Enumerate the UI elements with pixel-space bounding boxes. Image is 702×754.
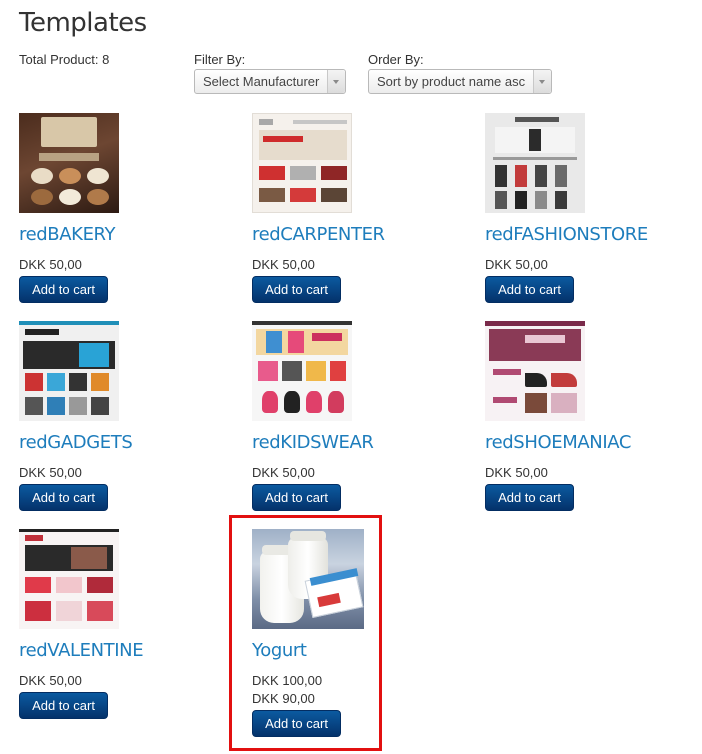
order-select[interactable]: Sort by product name asc [368, 69, 552, 94]
manufacturer-select[interactable]: Select Manufacturer [194, 69, 346, 94]
product-name-link[interactable]: redFASHIONSTORE [485, 224, 685, 246]
add-to-cart-button[interactable]: Add to cart [19, 276, 108, 303]
product-card: redSHOEMANIAC DKK 50,00 Add to cart [485, 321, 685, 511]
product-card: redBAKERY DKK 50,00 Add to cart [19, 113, 219, 303]
price-list: DKK 50,00 [19, 256, 219, 274]
add-to-cart-button[interactable]: Add to cart [485, 276, 574, 303]
product-card: redGADGETS DKK 50,00 Add to cart [19, 321, 219, 511]
product-card: redKIDSWEAR DKK 50,00 Add to cart [252, 321, 452, 511]
product-name-link[interactable]: redVALENTINE [19, 640, 219, 662]
product-name-link[interactable]: redCARPENTER [252, 224, 452, 246]
product-card: redFASHIONSTORE DKK 50,00 Add to cart [485, 113, 685, 303]
order-by-label: Order By: [368, 52, 424, 67]
product-thumbnail-redvalentine[interactable] [19, 529, 119, 629]
product-thumbnail-redcarpenter[interactable] [252, 113, 352, 213]
product-price: DKK 50,00 [252, 465, 315, 480]
product-thumbnail-redbakery[interactable] [19, 113, 119, 213]
product-price: DKK 50,00 [19, 673, 82, 688]
product-name-link[interactable]: redSHOEMANIAC [485, 432, 685, 454]
price-list: DKK 50,00 [485, 256, 685, 274]
manufacturer-select-value: Select Manufacturer [203, 74, 320, 89]
add-to-cart-button[interactable]: Add to cart [19, 484, 108, 511]
order-select-value: Sort by product name asc [377, 74, 526, 89]
add-to-cart-button[interactable]: Add to cart [252, 276, 341, 303]
product-price: DKK 50,00 [485, 257, 548, 272]
highlight-frame [229, 515, 382, 751]
product-card: redCARPENTER DKK 50,00 Add to cart [252, 113, 452, 303]
total-product-count: Total Product: 8 [19, 52, 110, 67]
product-price: DKK 50,00 [485, 465, 548, 480]
product-price: DKK 50,00 [252, 257, 315, 272]
product-name-link[interactable]: redKIDSWEAR [252, 432, 452, 454]
price-list: DKK 50,00 [252, 464, 452, 482]
filter-by-label: Filter By: [194, 52, 246, 67]
add-to-cart-button[interactable]: Add to cart [19, 692, 108, 719]
product-thumbnail-redfashionstore[interactable] [485, 113, 585, 213]
product-thumbnail-redgadgets[interactable] [19, 321, 119, 421]
price-list: DKK 50,00 [252, 256, 452, 274]
product-thumbnail-redshoemaniac[interactable] [485, 321, 585, 421]
price-list: DKK 50,00 [485, 464, 685, 482]
add-to-cart-button[interactable]: Add to cart [485, 484, 574, 511]
product-thumbnail-redkidswear[interactable] [252, 321, 352, 421]
product-card: redVALENTINE DKK 50,00 Add to cart [19, 529, 219, 719]
price-list: DKK 50,00 [19, 464, 219, 482]
product-name-link[interactable]: redBAKERY [19, 224, 219, 246]
chevron-down-icon [533, 70, 551, 93]
product-price: DKK 50,00 [19, 465, 82, 480]
product-price: DKK 50,00 [19, 257, 82, 272]
add-to-cart-button[interactable]: Add to cart [252, 484, 341, 511]
page-title: Templates [19, 8, 147, 38]
price-list: DKK 50,00 [19, 672, 219, 690]
chevron-down-icon [327, 70, 345, 93]
product-name-link[interactable]: redGADGETS [19, 432, 219, 454]
